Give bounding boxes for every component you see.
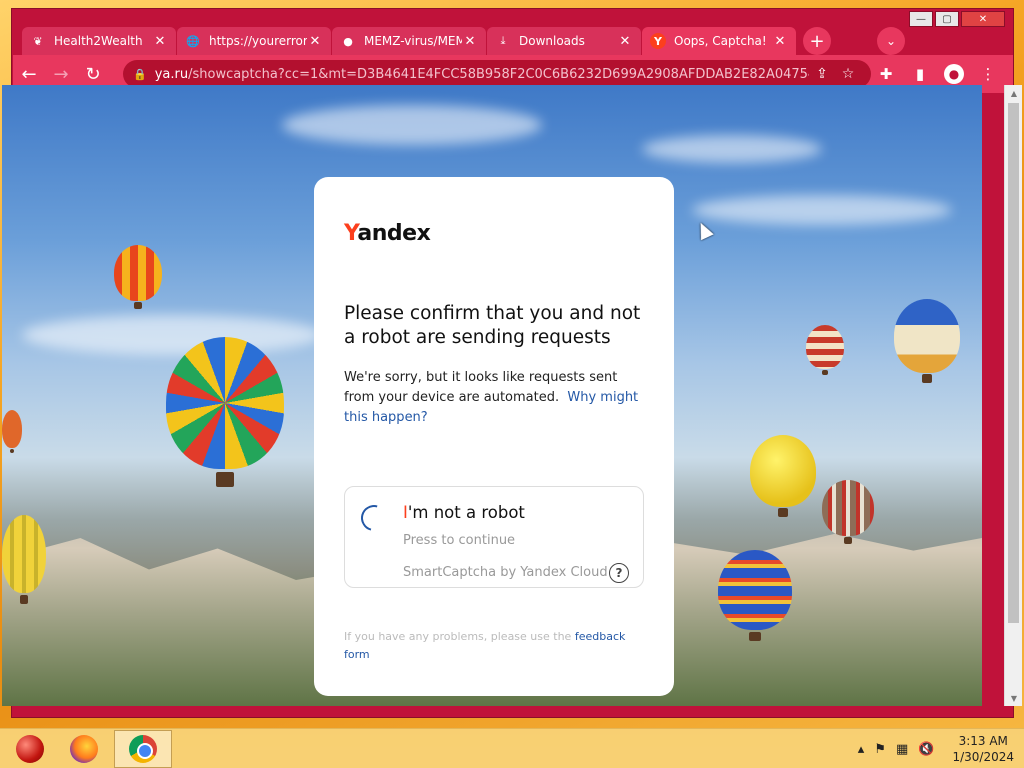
not-a-robot-checkbox[interactable]: I'm not a robot Press to continue SmartC… — [344, 486, 644, 588]
cloud — [642, 135, 822, 163]
url-path: /showcaptcha?cc=1&mt=D3B4641E4FCC58B958F… — [188, 66, 809, 82]
hot-air-balloon — [750, 435, 816, 518]
volume-muted-icon[interactable]: 🔇 — [918, 742, 934, 757]
clock[interactable]: 3:13 AM 1/30/2024 — [952, 733, 1014, 765]
close-tab-icon[interactable]: ✕ — [307, 34, 323, 49]
cloud — [282, 105, 542, 145]
hot-air-balloon — [822, 480, 874, 544]
close-tab-icon[interactable]: ✕ — [462, 34, 478, 49]
logo-letter-y: Y — [344, 221, 358, 246]
chrome-icon — [129, 734, 157, 763]
checkbox-title: I'm not a robot — [403, 503, 525, 522]
captcha-description: We're sorry, but it looks like requests … — [344, 368, 644, 428]
close-tab-icon[interactable]: ✕ — [617, 34, 633, 49]
tab-title: Downloads — [519, 34, 585, 48]
clock-date: 1/30/2024 — [952, 750, 1014, 764]
hot-air-balloon — [114, 245, 162, 309]
hot-air-balloon — [2, 515, 46, 604]
tab-title: Health2Wealth — [54, 34, 143, 48]
download-icon: ⤓ — [500, 34, 506, 47]
url-domain: ya.ru — [154, 66, 189, 82]
show-hidden-icons-icon[interactable]: ▴ — [858, 742, 865, 757]
yandex-icon: Y — [650, 33, 666, 49]
taskbar: ▴ ⚑ ▦ 🔇 3:13 AM 1/30/2024 — [0, 728, 1024, 768]
vertical-scrollbar[interactable]: ▲ ▼ — [1004, 85, 1022, 706]
globe-icon: 🌐 — [186, 34, 200, 48]
tab-health2wealth[interactable]: ❦ Health2Wealth ✕ — [22, 27, 176, 55]
taskbar-firefox[interactable] — [60, 730, 108, 768]
bookmark-star-icon[interactable]: ☆ — [835, 66, 861, 82]
new-tab-button[interactable]: + — [803, 27, 831, 55]
captcha-footer: If you have any problems, please use the… — [344, 628, 644, 664]
tab-title: MEMZ-virus/MEM — [364, 34, 462, 48]
loading-spinner-icon — [356, 500, 392, 536]
hot-air-balloon — [806, 325, 844, 376]
close-tab-icon[interactable]: ✕ — [772, 34, 788, 49]
scroll-up-icon[interactable]: ▲ — [1005, 85, 1023, 101]
captcha-heading: Please confirm that you and not a robot … — [344, 303, 641, 348]
url-text[interactable]: ya.ru/showcaptcha?cc=1&mt=D3B4641E4FCC58… — [155, 67, 809, 82]
taskbar-chrome[interactable] — [114, 729, 172, 768]
firefox-icon — [70, 734, 98, 763]
system-tray: ▴ ⚑ ▦ 🔇 3:13 AM 1/30/2024 — [858, 729, 1014, 768]
checkbox-subtitle: Press to continue — [403, 533, 516, 548]
tab-yourerror[interactable]: 🌐 https://yourerror ✕ — [177, 27, 331, 55]
tab-memz[interactable]: ● MEMZ-virus/MEM ✕ — [332, 27, 486, 55]
captcha-card: Yandex Please confirm that you and not a… — [314, 177, 674, 696]
page-viewport: Yandex Please confirm that you and not a… — [2, 85, 982, 706]
maximize-button[interactable]: ▢ — [935, 11, 959, 27]
footer-text: If you have any problems, please use the — [344, 630, 572, 643]
github-icon: ● — [343, 34, 353, 48]
action-center-flag-icon[interactable]: ⚑ — [874, 742, 886, 757]
address-bar[interactable]: 🔒 ya.ru/showcaptcha?cc=1&mt=D3B4641E4FCC… — [123, 60, 871, 88]
close-tab-icon[interactable]: ✕ — [152, 34, 168, 49]
tab-search-button[interactable]: ⌄ — [877, 27, 905, 55]
scrollbar-thumb[interactable] — [1008, 103, 1019, 623]
hot-air-balloon — [894, 299, 960, 384]
tab-downloads[interactable]: ⤓ Downloads ✕ — [487, 27, 641, 55]
clock-time: 3:13 AM — [958, 734, 1008, 748]
profile-avatar-icon[interactable]: ● — [944, 64, 964, 84]
start-ornament-button[interactable] — [6, 730, 54, 768]
network-icon[interactable]: ▦ — [896, 742, 908, 757]
checkbox-title-rest: 'm not a robot — [407, 503, 525, 522]
logo-letters: andex — [357, 221, 431, 246]
yandex-logo: Yandex — [344, 221, 644, 246]
cloud — [22, 315, 322, 355]
minimize-button[interactable]: — — [909, 11, 933, 27]
tab-captcha[interactable]: Y Oops, Captcha! ✕ — [642, 27, 796, 55]
smartcaptcha-brand: SmartCaptcha by Yandex Cloud — [403, 565, 608, 580]
tab-title: Oops, Captcha! — [674, 34, 767, 48]
health-favicon-icon: ❦ — [33, 34, 43, 48]
hot-air-balloon — [718, 550, 792, 642]
help-question-icon[interactable]: ? — [609, 563, 629, 583]
window-controls: — ▢ ✕ — [909, 11, 1005, 27]
hot-air-balloon — [2, 410, 22, 454]
scroll-down-icon[interactable]: ▼ — [1005, 690, 1023, 706]
ornament-icon — [16, 734, 44, 763]
lock-icon[interactable]: 🔒 — [133, 68, 147, 81]
tab-strip: ❦ Health2Wealth ✕ 🌐 https://yourerror ✕ … — [22, 25, 831, 55]
hot-air-balloon — [166, 337, 284, 488]
close-window-button[interactable]: ✕ — [961, 11, 1005, 27]
tab-title: https://yourerror — [209, 34, 307, 48]
share-icon[interactable]: ⇪ — [809, 66, 835, 82]
cloud — [692, 195, 952, 225]
